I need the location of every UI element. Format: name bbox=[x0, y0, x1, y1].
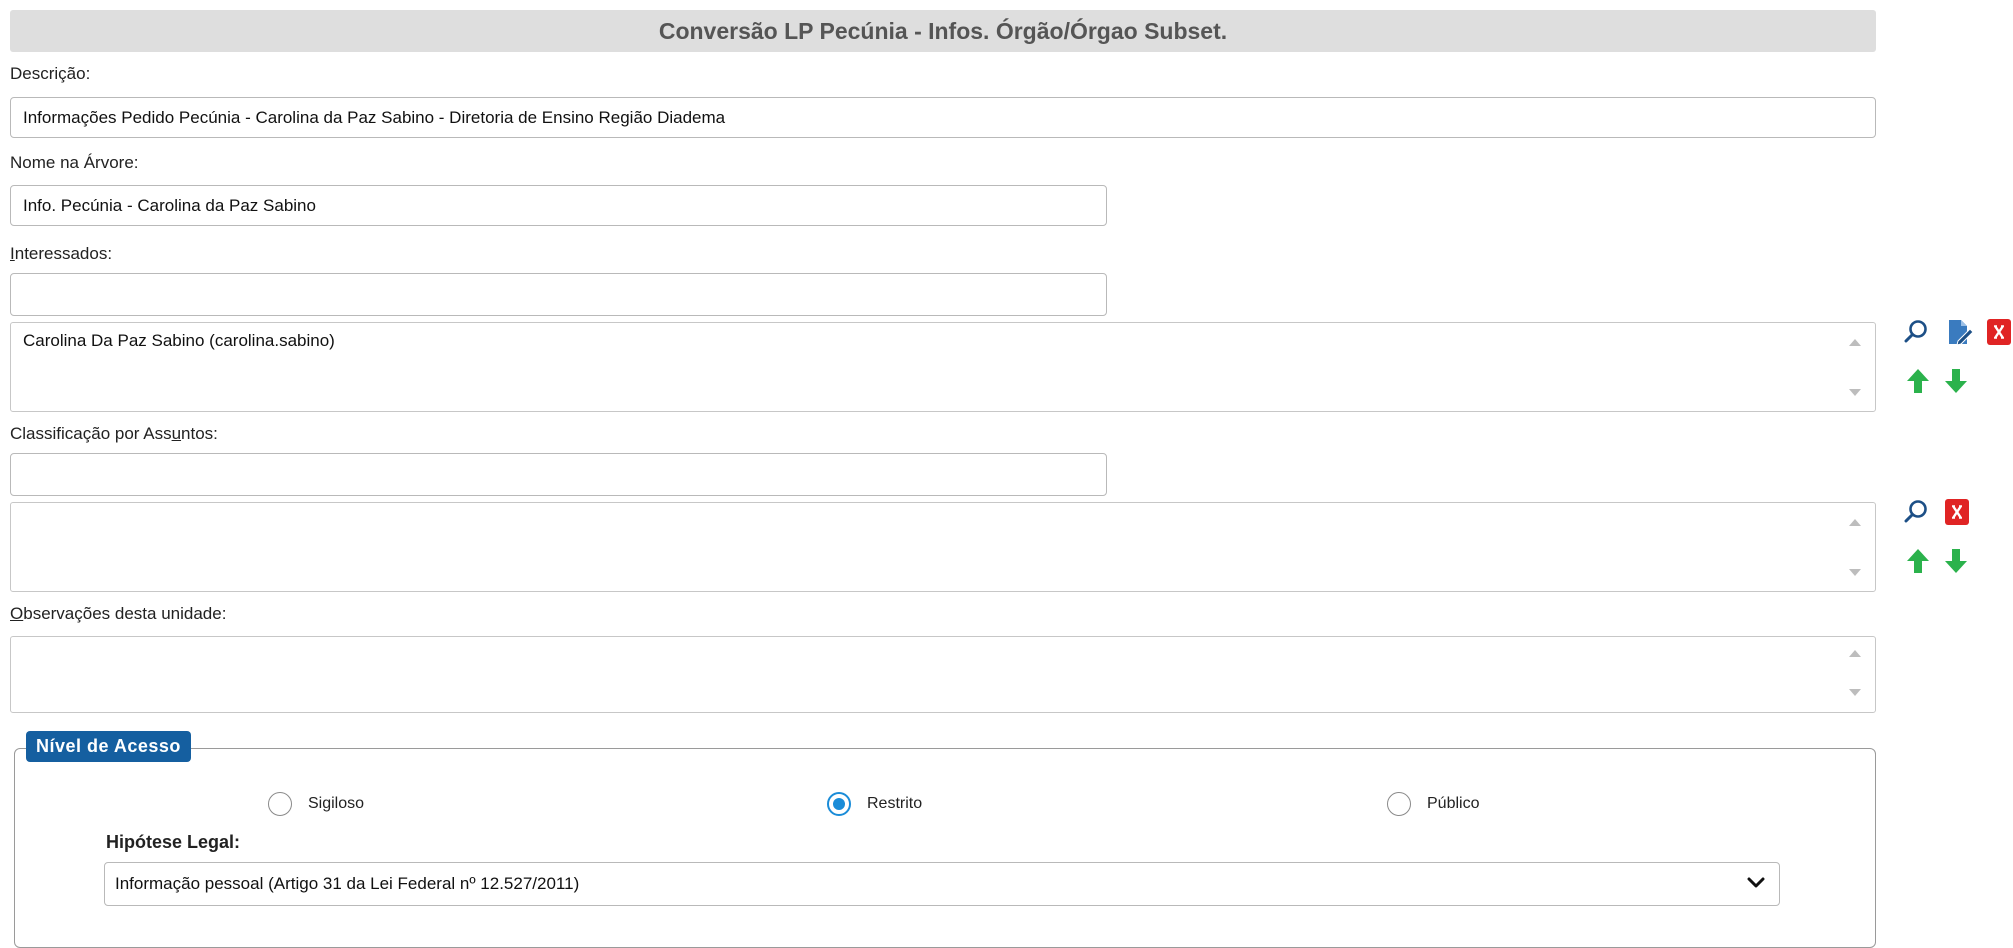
arrow-down-icon[interactable] bbox=[1944, 368, 1968, 394]
interessados-list-item[interactable]: Carolina Da Paz Sabino (carolina.sabino) bbox=[23, 331, 335, 351]
nivel-acesso-legend: Nível de Acesso bbox=[26, 731, 191, 762]
edit-icon[interactable] bbox=[1944, 317, 1974, 347]
chevron-down-icon bbox=[1747, 877, 1765, 888]
interessados-list[interactable]: Carolina Da Paz Sabino (carolina.sabino) bbox=[10, 322, 1876, 412]
scroll-up-icon[interactable] bbox=[1849, 519, 1861, 526]
observacoes-textarea[interactable] bbox=[10, 636, 1876, 713]
hipotese-legal-label: Hipótese Legal: bbox=[106, 832, 241, 852]
remove-icon[interactable] bbox=[1944, 498, 1970, 526]
nome-arvore-label: Nome na Árvore: bbox=[10, 153, 139, 172]
scroll-down-icon[interactable] bbox=[1849, 389, 1861, 396]
scroll-up-icon[interactable] bbox=[1849, 650, 1861, 657]
classificacao-label-before: Classificação por Ass bbox=[10, 424, 172, 443]
observacoes-label-accesskey: O bbox=[10, 604, 24, 623]
arrow-down-icon[interactable] bbox=[1944, 548, 1968, 574]
radio-sigiloso[interactable] bbox=[268, 792, 292, 816]
page-title: Conversão LP Pecúnia - Infos. Órgão/Órga… bbox=[10, 10, 1876, 52]
nome-arvore-input[interactable]: Info. Pecúnia - Carolina da Paz Sabino bbox=[10, 185, 1107, 226]
hipotese-legal-selected: Informação pessoal (Artigo 31 da Lei Fed… bbox=[115, 874, 580, 893]
radio-restrito[interactable] bbox=[827, 792, 851, 816]
search-icon[interactable] bbox=[1903, 498, 1931, 526]
classificacao-label-after: ntos: bbox=[181, 424, 218, 443]
interessados-label: Interessados: bbox=[10, 244, 112, 264]
observacoes-label: Observações desta unidade: bbox=[10, 604, 226, 624]
radio-restrito-label[interactable]: Restrito bbox=[867, 795, 922, 813]
arrow-up-icon[interactable] bbox=[1906, 548, 1930, 574]
interessados-input[interactable] bbox=[10, 273, 1107, 316]
classificacao-list[interactable] bbox=[10, 502, 1876, 592]
scroll-up-icon[interactable] bbox=[1849, 339, 1861, 346]
radio-publico[interactable] bbox=[1387, 792, 1411, 816]
classificacao-input[interactable] bbox=[10, 453, 1107, 496]
nivel-acesso-fieldset bbox=[14, 748, 1876, 948]
hipotese-legal-select[interactable]: Informação pessoal (Artigo 31 da Lei Fed… bbox=[104, 862, 1780, 906]
radio-sigiloso-label[interactable]: Sigiloso bbox=[308, 795, 364, 813]
descricao-label: Descrição: bbox=[10, 64, 91, 83]
classificacao-label: Classificação por Assuntos: bbox=[10, 424, 218, 444]
interessados-label-text: nteressados: bbox=[14, 244, 113, 263]
classificacao-label-accesskey: u bbox=[171, 424, 182, 443]
radio-publico-label[interactable]: Público bbox=[1427, 795, 1479, 813]
observacoes-label-text: bservações desta unidade: bbox=[23, 604, 227, 623]
arrow-up-icon[interactable] bbox=[1906, 368, 1930, 394]
remove-icon[interactable] bbox=[1986, 318, 2012, 346]
scroll-down-icon[interactable] bbox=[1849, 569, 1861, 576]
search-icon[interactable] bbox=[1903, 318, 1931, 346]
descricao-input[interactable]: Informações Pedido Pecúnia - Carolina da… bbox=[10, 97, 1876, 138]
scroll-down-icon[interactable] bbox=[1849, 689, 1861, 696]
